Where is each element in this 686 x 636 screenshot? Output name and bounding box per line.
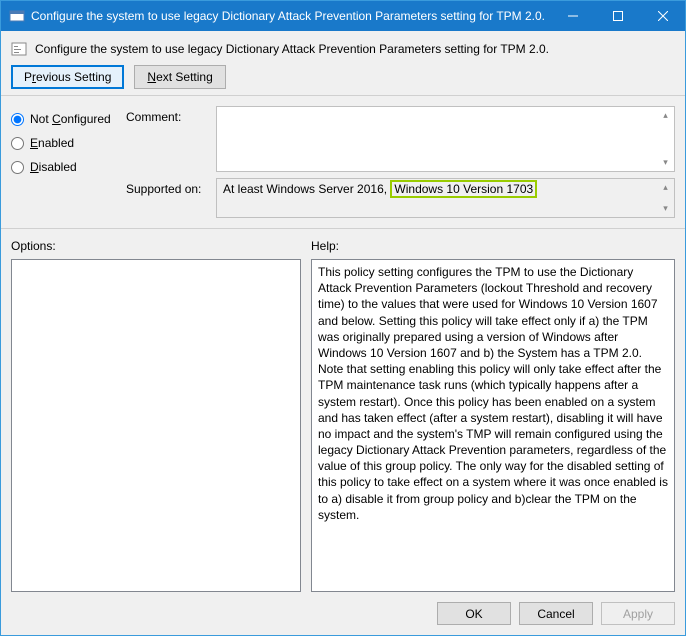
subheader-text: Configure the system to use legacy Dicti… [35, 42, 549, 56]
radio-disabled[interactable]: Disabled [11, 160, 126, 174]
scroll-down-icon[interactable]: ▾ [658, 201, 673, 216]
apply-button: Apply [601, 602, 675, 625]
minimize-button[interactable] [550, 1, 595, 31]
radio-disabled-input[interactable] [11, 161, 24, 174]
previous-setting-button[interactable]: Previous Setting [11, 65, 124, 89]
radio-not-configured-input[interactable] [11, 113, 24, 126]
scroll-down-icon[interactable]: ▾ [658, 155, 673, 170]
radio-not-configured[interactable]: Not Configured [11, 112, 126, 126]
subheader: Configure the system to use legacy Dicti… [1, 31, 685, 57]
comment-label: Comment: [126, 106, 216, 172]
supported-prefix: At least Windows Server 2016, [223, 182, 387, 196]
policy-icon [11, 41, 27, 57]
radio-enabled-input[interactable] [11, 137, 24, 150]
window-title: Configure the system to use legacy Dicti… [31, 9, 550, 23]
app-icon [9, 8, 25, 24]
supported-on-box: At least Windows Server 2016, Windows 10… [216, 178, 675, 218]
help-label: Help: [311, 239, 675, 253]
state-radiogroup: Not Configured Enabled Disabled [11, 106, 126, 228]
policy-editor-window: Configure the system to use legacy Dicti… [0, 0, 686, 636]
scroll-up-icon[interactable]: ▴ [658, 108, 673, 123]
options-box[interactable] [11, 259, 301, 592]
next-setting-button[interactable]: Next Setting [134, 65, 225, 89]
radio-enabled[interactable]: Enabled [11, 136, 126, 150]
supported-label: Supported on: [126, 178, 216, 218]
main-area: Options: Help: This policy setting confi… [1, 229, 685, 592]
scroll-up-icon[interactable]: ▴ [658, 180, 673, 195]
help-text: This policy setting configures the TPM t… [318, 264, 668, 523]
help-box[interactable]: This policy setting configures the TPM t… [311, 259, 675, 592]
close-button[interactable] [640, 1, 685, 31]
cancel-button[interactable]: Cancel [519, 602, 593, 625]
comment-textarea[interactable]: ▴ ▾ [216, 106, 675, 172]
maximize-button[interactable] [595, 1, 640, 31]
options-label: Options: [11, 239, 301, 253]
titlebar: Configure the system to use legacy Dicti… [1, 1, 685, 31]
nav-row: Previous Setting Next Setting [1, 57, 685, 96]
button-bar: OK Cancel Apply [1, 592, 685, 635]
ok-button[interactable]: OK [437, 602, 511, 625]
supported-highlight: Windows 10 Version 1703 [390, 180, 537, 198]
mid-section: Not Configured Enabled Disabled Comment:… [1, 96, 685, 229]
